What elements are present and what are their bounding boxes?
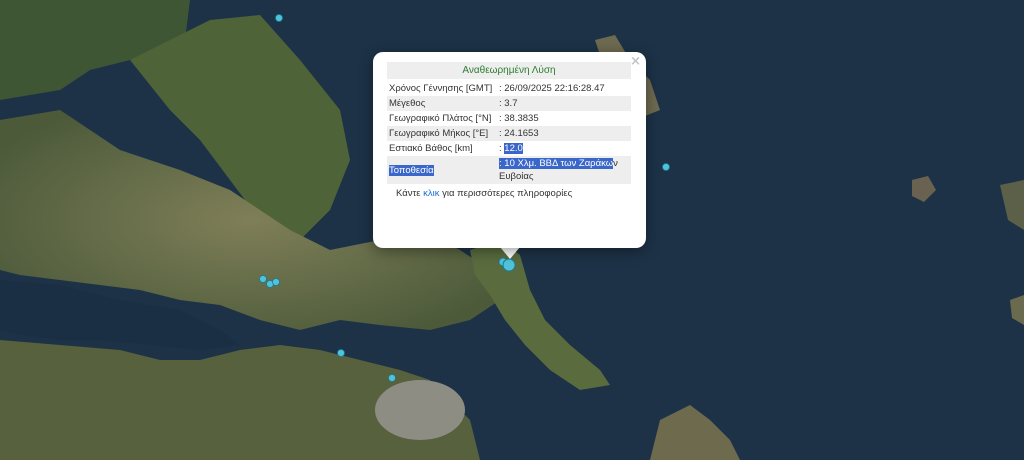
popup-content: Αναθεωρημένη Λύση Χρόνος Γέννησης [GMT] … [387, 62, 631, 199]
earthquake-marker[interactable] [388, 374, 396, 382]
earthquake-marker-selected[interactable] [502, 258, 516, 272]
table-row: Εστιακό Βάθος [km] : 12.0 [387, 141, 631, 156]
earthquake-marker[interactable] [272, 278, 280, 286]
table-row: Γεωγραφικό Μήκος [°E] : 24.1653 [387, 126, 631, 141]
info-table: Χρόνος Γέννησης [GMT] : 26/09/2025 22:16… [387, 81, 631, 184]
row-label: Χρόνος Γέννησης [GMT] [389, 83, 493, 94]
table-row: Χρόνος Γέννησης [GMT] : 26/09/2025 22:16… [387, 81, 631, 96]
row-label: Εστιακό Βάθος [km] [389, 143, 473, 154]
highlighted-label: Τοποθεσία [389, 164, 434, 176]
highlighted-value: 12.0 [504, 143, 523, 154]
row-label: Γεωγραφικό Πλάτος [°N] [389, 113, 492, 124]
close-icon[interactable]: × [630, 54, 641, 69]
popup-footer: Κάντε κλικ για περισσότερες πληροφορίες [387, 188, 631, 199]
row-value: : 38.3835 [499, 113, 539, 124]
table-row: Μέγεθος : 3.7 [387, 96, 631, 111]
row-label: Γεωγραφικό Μήκος [°E] [387, 126, 497, 141]
row-label: Τοποθεσία [387, 156, 497, 184]
row-value: : 10 Χλμ. ΒΒΔ των Ζαράκων Ευβοίας [497, 156, 631, 184]
row-value: : 3.7 [497, 96, 631, 111]
row-value: : 12.0 [497, 141, 631, 156]
popup-title: Αναθεωρημένη Λύση [387, 62, 631, 79]
footer-suffix: για περισσότερες πληροφορίες [439, 188, 573, 199]
earthquake-marker[interactable] [259, 275, 267, 283]
more-info-link[interactable]: κλικ [423, 188, 439, 199]
popup-tip [500, 247, 520, 259]
footer-prefix: Κάντε [396, 188, 424, 199]
table-row: Τοποθεσία : 10 Χλμ. ΒΒΔ των Ζαράκων Ευβο… [387, 156, 631, 184]
earthquake-marker[interactable] [662, 163, 670, 171]
table-row: Γεωγραφικό Πλάτος [°N] : 38.3835 [387, 111, 631, 126]
earthquake-marker[interactable] [337, 349, 345, 357]
row-value: : 24.1653 [497, 126, 631, 141]
highlighted-value: 10 Χλμ. ΒΒΔ των Ζαράκω [504, 158, 614, 169]
earthquake-popup: × Αναθεωρημένη Λύση Χρόνος Γέννησης [GMT… [373, 52, 646, 248]
row-label: Μέγεθος [387, 96, 497, 111]
urban-area [375, 380, 465, 440]
earthquake-marker[interactable] [275, 14, 283, 22]
row-value: : 26/09/2025 22:16:28.47 [499, 83, 605, 94]
